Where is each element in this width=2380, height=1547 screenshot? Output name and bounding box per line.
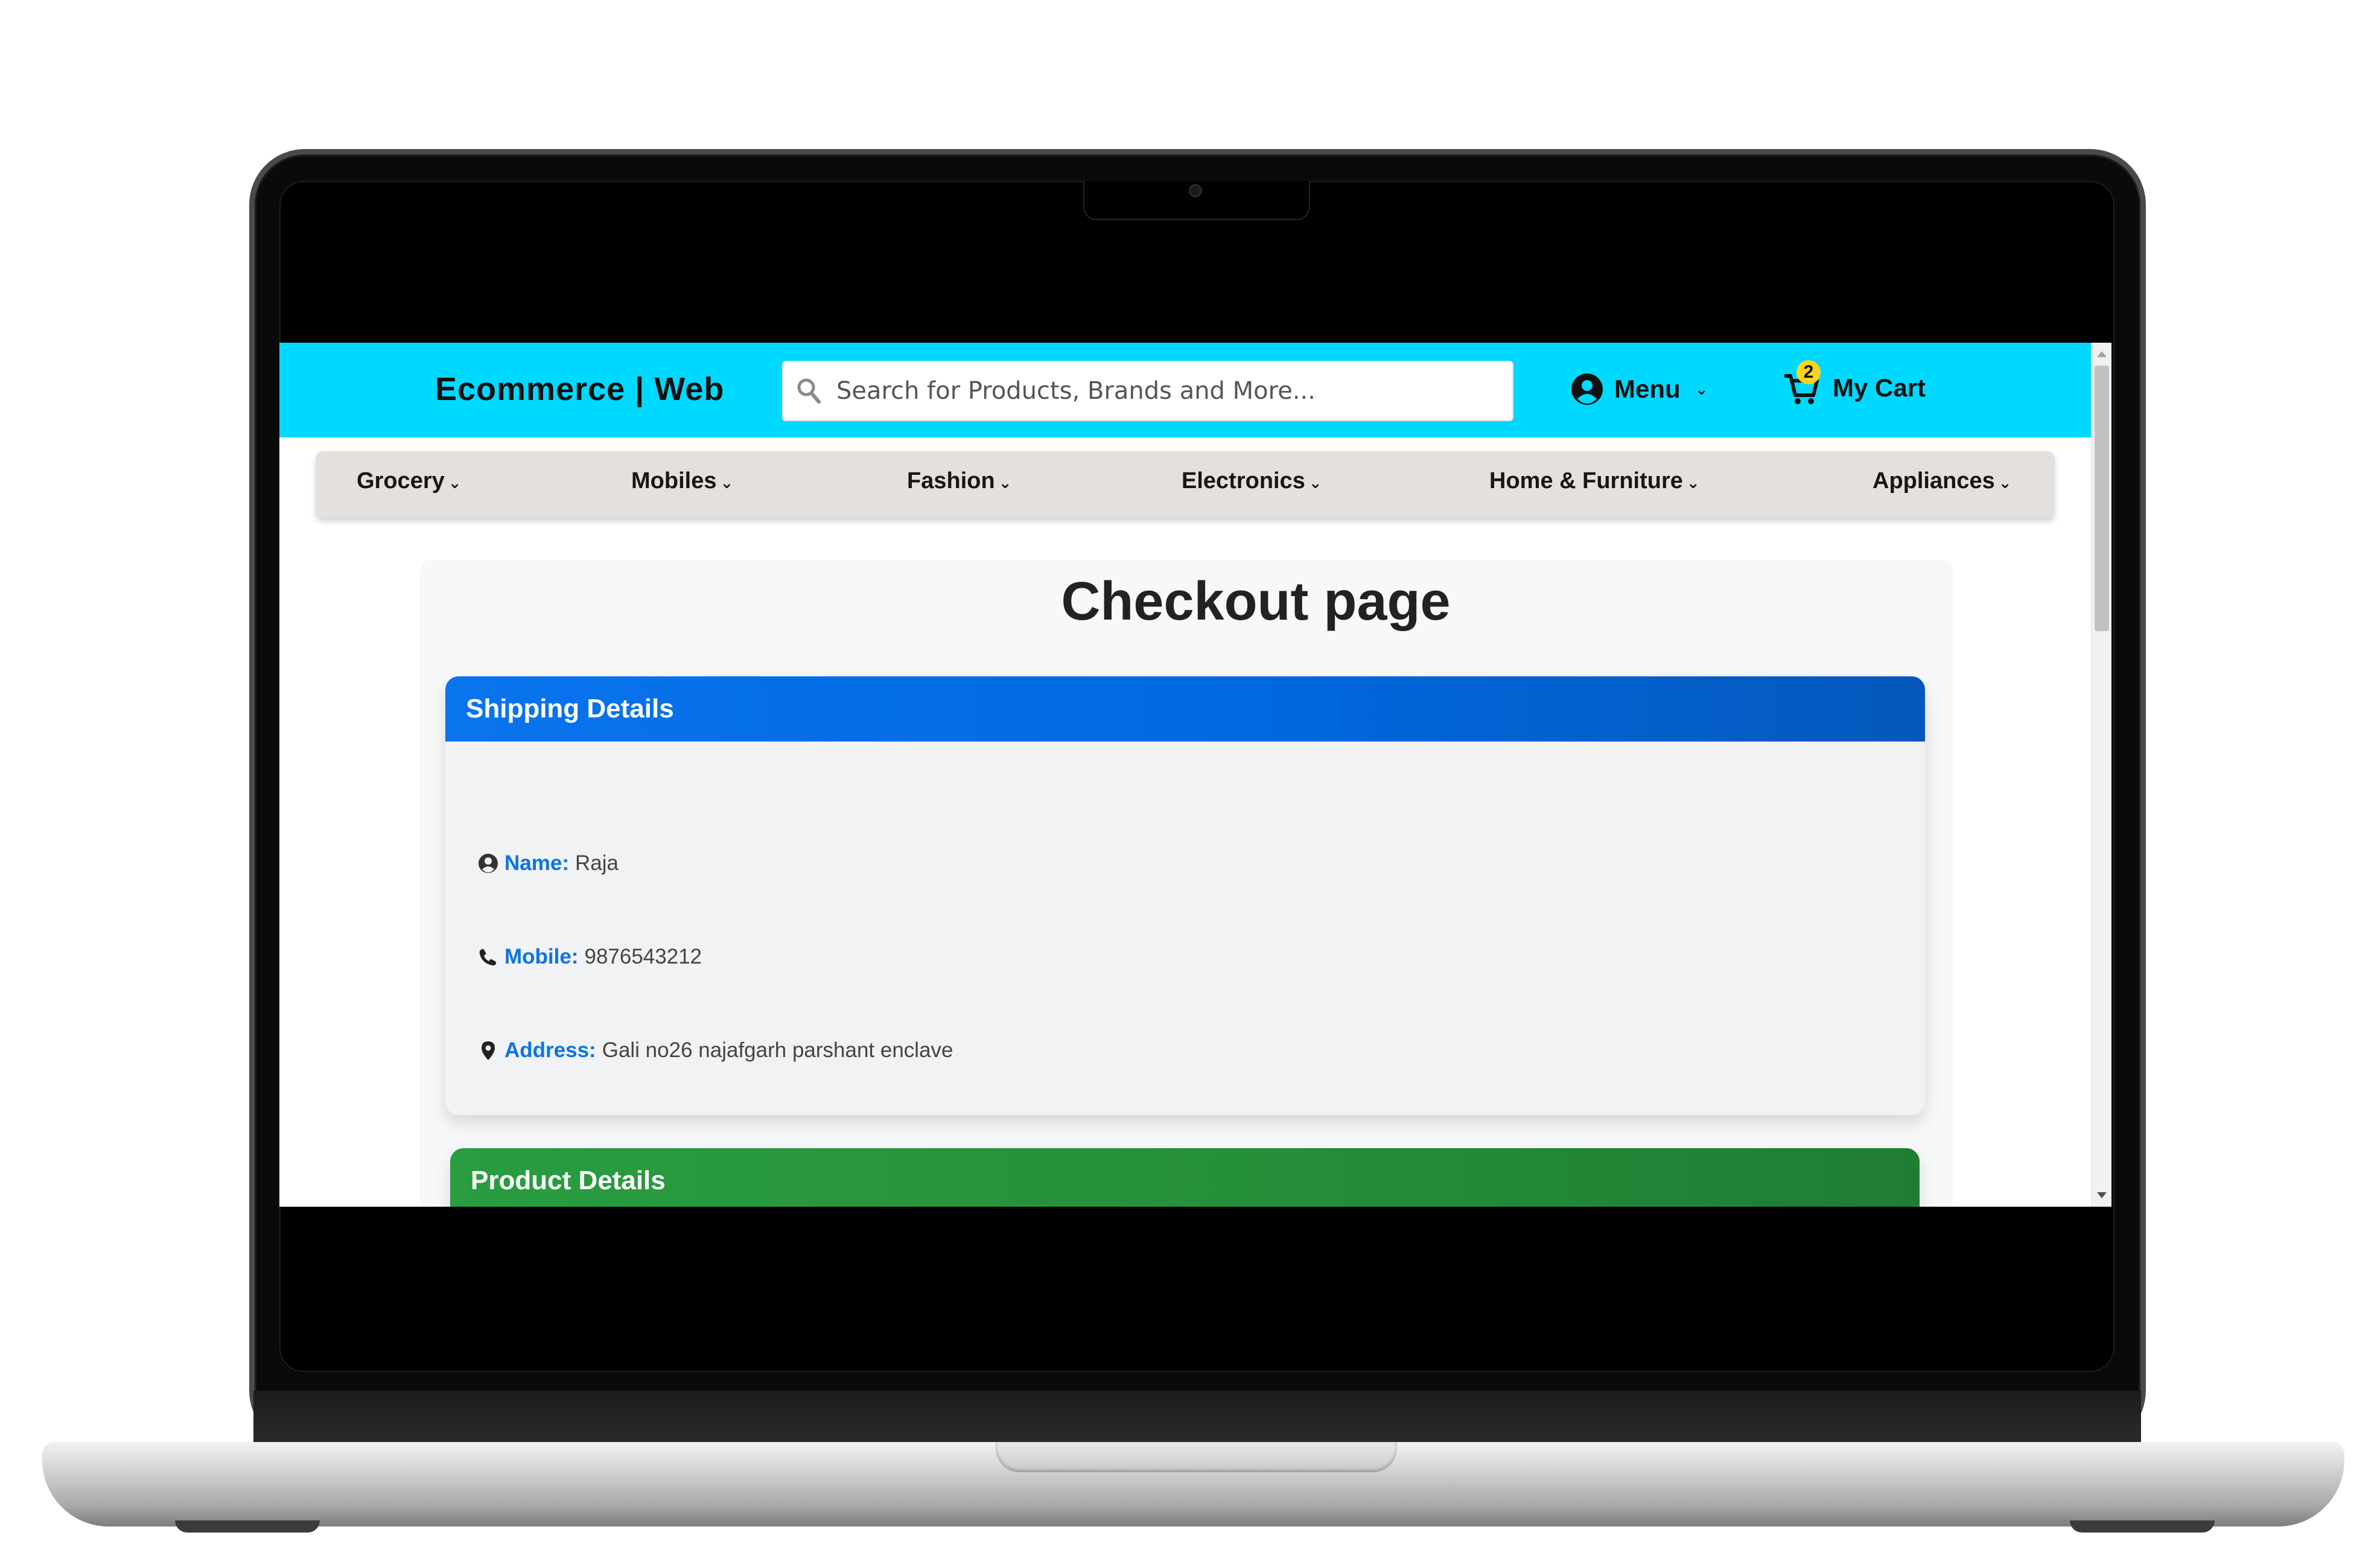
laptop-opening-notch [996, 1442, 1397, 1472]
chevron-down-icon: ⌄ [448, 474, 462, 492]
address-value: Gali no26 najafgarh parshant enclave [602, 1038, 953, 1062]
category-appliances[interactable]: Appliances ⌄ [1872, 468, 2012, 494]
browser-viewport: Ecommerce | Web Menu ⌄ [279, 343, 2111, 1207]
name-label: Name: [504, 851, 569, 875]
brand-logo[interactable]: Ecommerce | Web [435, 370, 724, 408]
page-title: Checkout page [1061, 571, 1451, 632]
category-electronics[interactable]: Electronics ⌄ [1182, 468, 1322, 494]
category-bar: Grocery ⌄ Mobiles ⌄ Fashion ⌄ Electronics ⌄ … [316, 451, 2055, 518]
category-fashion[interactable]: Fashion ⌄ [907, 468, 1011, 494]
category-home-furniture[interactable]: Home & Furniture ⌄ [1489, 468, 1700, 494]
map-marker-icon [482, 1041, 495, 1060]
mobile-value: 9876543212 [584, 945, 702, 968]
chevron-down-icon: ⌄ [998, 474, 1012, 492]
cart-label: My Cart [1833, 373, 1926, 402]
cart-icon-wrap: 2 [1782, 360, 1821, 407]
chevron-down-icon: ⌄ [1694, 380, 1708, 398]
chevron-down-icon: ⌄ [1686, 474, 1700, 492]
search-box[interactable] [782, 361, 1513, 421]
menu-label: Menu [1614, 375, 1681, 403]
shipping-address-row: Address: Gali no26 najafgarh parshant en… [478, 1038, 953, 1063]
user-circle-icon [479, 854, 498, 873]
top-navbar: Ecommerce | Web Menu ⌄ [279, 343, 2091, 437]
cart-count-badge: 2 [1796, 360, 1821, 384]
checkout-container: Checkout page Shipping Details Name: Raj… [420, 560, 1953, 1207]
mobile-label: Mobile: [504, 945, 579, 968]
chevron-down-icon: ⌄ [1998, 474, 2012, 492]
scroll-up-arrow-icon[interactable] [2097, 351, 2107, 357]
shipping-name-row: Name: Raja [478, 851, 619, 875]
product-details-card: Product Details [450, 1148, 1920, 1207]
laptop-foot-left [175, 1520, 320, 1533]
category-mobiles[interactable]: Mobiles ⌄ [631, 468, 733, 494]
shipping-details-header: Shipping Details [445, 676, 1925, 742]
product-details-header: Product Details [450, 1148, 1920, 1207]
laptop-hinge [253, 1391, 2141, 1445]
menu-dropdown-button[interactable]: Menu ⌄ [1571, 368, 1708, 410]
scrollbar-thumb[interactable] [2095, 366, 2109, 631]
laptop-foot-right [2070, 1520, 2215, 1533]
shipping-mobile-row: Mobile: 9876543212 [478, 945, 702, 969]
search-icon [797, 378, 821, 404]
address-label: Address: [504, 1038, 596, 1062]
chevron-down-icon: ⌄ [1308, 474, 1322, 492]
phone-icon [479, 948, 497, 966]
user-circle-icon [1571, 373, 1603, 405]
cart-button[interactable]: 2 My Cart [1782, 360, 1926, 415]
search-input[interactable] [836, 362, 1500, 420]
shipping-details-card: Shipping Details Name: Raja Mobile: 9876… [445, 676, 1925, 1115]
scroll-down-arrow-icon[interactable] [2097, 1192, 2107, 1198]
chevron-down-icon: ⌄ [720, 474, 734, 492]
camera-icon [1189, 184, 1202, 197]
name-value: Raja [574, 851, 619, 875]
category-grocery[interactable]: Grocery ⌄ [357, 468, 462, 494]
vertical-scrollbar[interactable] [2091, 343, 2111, 1207]
